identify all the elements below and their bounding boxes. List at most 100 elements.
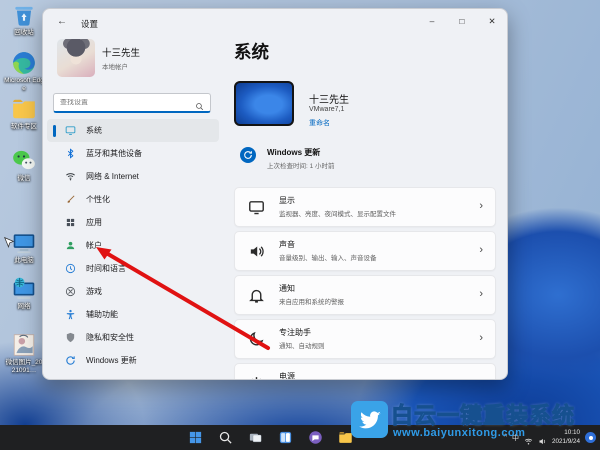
- rename-link[interactable]: 重命名: [309, 118, 330, 128]
- user-account-type: 本地帐户: [102, 61, 140, 71]
- nav-item-label: 游戏: [86, 286, 102, 297]
- desktop-icon-picture[interactable]: 微信图片_2021091…: [4, 332, 44, 375]
- nav-item-label: 应用: [86, 217, 102, 228]
- settings-row-title: 专注助手: [279, 327, 311, 338]
- desktop-icon-label: 微信图片_2021091…: [4, 359, 44, 375]
- desktop-icon-wechat[interactable]: 微信: [4, 148, 44, 183]
- twitter-logo-icon: [351, 401, 388, 438]
- chevron-right-icon: ›: [479, 376, 483, 380]
- maximize-button[interactable]: □: [447, 9, 477, 33]
- watermark-url: www.baiyunxitong.com: [393, 427, 525, 439]
- settings-row-4[interactable]: 电源 睡眠、电池使用情况、节电模式 ›: [234, 363, 496, 380]
- sidebar-item-3[interactable]: 个性化: [47, 188, 219, 211]
- settings-row-title: 声音: [279, 239, 295, 250]
- mouse-cursor: [2, 236, 15, 249]
- back-button[interactable]: ←: [57, 16, 67, 27]
- taskbar-start-button[interactable]: [184, 427, 206, 447]
- windows-update-title[interactable]: Windows 更新: [267, 147, 320, 158]
- sidebar-item-6[interactable]: 时间和语言: [47, 257, 219, 280]
- picture-icon: [11, 332, 37, 358]
- settings-list: 显示 监视器、亮度、夜间模式、显示配置文件 › 声音 音量级别、输出、输入、声音…: [234, 187, 496, 380]
- taskbar-clock[interactable]: 10:10 2021/9/24: [552, 429, 580, 446]
- folder-icon: [11, 96, 37, 122]
- recycle-bin-icon: [11, 2, 37, 28]
- sidebar-item-8[interactable]: 辅助功能: [47, 303, 219, 326]
- settings-window: ← 设置 – □ ✕ 十三先生 本地帐户 系统 蓝牙和其他设备: [42, 8, 508, 380]
- person-icon: [65, 240, 76, 251]
- sidebar-item-2[interactable]: 网络 & Internet: [47, 165, 219, 188]
- settings-row-2[interactable]: 通知 来自应用和系统的警报 ›: [234, 275, 496, 315]
- shield-icon: [65, 332, 76, 343]
- titlebar[interactable]: ← 设置 – □ ✕: [43, 9, 507, 37]
- watermark-title: 白云一键重装系统: [391, 398, 575, 430]
- chevron-right-icon: ›: [479, 200, 483, 212]
- settings-row-subtitle: 通知、自动规则: [279, 340, 325, 350]
- desktop-icon-recycle-bin[interactable]: 回收站: [4, 2, 44, 37]
- tray-time: 10:10: [552, 429, 580, 438]
- sidebar-item-0[interactable]: 系统: [47, 119, 219, 142]
- edge-icon: [11, 50, 37, 76]
- settings-row-subtitle: 音量级别、输出、输入、声音设备: [279, 252, 377, 262]
- clock-icon: [65, 263, 76, 274]
- network-icon: [11, 276, 37, 302]
- search-icon: [195, 98, 204, 107]
- chevron-right-icon: ›: [479, 244, 483, 256]
- device-thumbnail: [234, 81, 294, 126]
- nav-item-label: 帐户: [86, 240, 102, 251]
- sidebar-item-5[interactable]: 帐户: [47, 234, 219, 257]
- settings-row-1[interactable]: 声音 音量级别、输出、输入、声音设备 ›: [234, 231, 496, 271]
- sidebar-nav: 系统 蓝牙和其他设备 网络 & Internet 个性化 应用 帐户: [47, 119, 219, 372]
- user-name: 十三先生: [102, 45, 140, 59]
- sidebar-item-10[interactable]: Windows 更新: [47, 349, 219, 372]
- game-icon: [65, 286, 76, 297]
- tray-date: 2021/9/24: [552, 438, 580, 447]
- settings-row-0[interactable]: 显示 监视器、亮度、夜间模式、显示配置文件 ›: [234, 187, 496, 227]
- settings-row-title: 通知: [279, 283, 295, 294]
- nav-item-label: 时间和语言: [86, 263, 126, 274]
- user-profile[interactable]: 十三先生 本地帐户: [57, 39, 140, 77]
- sidebar-item-4[interactable]: 应用: [47, 211, 219, 234]
- settings-row-subtitle: 来自应用和系统的警报: [279, 296, 344, 306]
- taskbar-widgets-button[interactable]: [274, 427, 296, 447]
- notification-badge[interactable]: [585, 432, 596, 443]
- brush-icon: [65, 194, 76, 205]
- settings-row-title: 显示: [279, 195, 295, 206]
- search-input[interactable]: [54, 99, 195, 106]
- sync-icon: [65, 355, 76, 366]
- wifi-icon: [65, 171, 76, 182]
- taskbar-search-button[interactable]: [214, 427, 236, 447]
- power-icon: [248, 375, 265, 380]
- taskbar-task-view-button[interactable]: [244, 427, 266, 447]
- minimize-button[interactable]: –: [417, 9, 447, 33]
- chevron-right-icon: ›: [479, 288, 483, 300]
- desktop-icon-label: Microsoft Edge: [4, 77, 44, 93]
- settings-search[interactable]: [53, 93, 211, 113]
- nav-item-label: 系统: [86, 125, 102, 136]
- bell-icon: [248, 287, 265, 304]
- selected-indicator: [53, 125, 56, 137]
- nav-item-label: 个性化: [86, 194, 110, 205]
- window-title: 设置: [81, 18, 98, 30]
- accessibility-icon: [65, 309, 76, 320]
- nav-item-label: 辅助功能: [86, 309, 118, 320]
- volume-icon[interactable]: [538, 433, 547, 442]
- moon-icon: [248, 331, 265, 348]
- desktop-icon-network[interactable]: 网络: [4, 276, 44, 311]
- chevron-right-icon: ›: [479, 332, 483, 344]
- nav-item-label: 蓝牙和其他设备: [86, 148, 142, 159]
- desktop-icon-label: 网络: [4, 303, 44, 311]
- sidebar-item-1[interactable]: 蓝牙和其他设备: [47, 142, 219, 165]
- desktop-icon-software-folder[interactable]: 软件专区: [4, 96, 44, 131]
- wechat-icon: [11, 148, 37, 174]
- sidebar-item-9[interactable]: 隐私和安全性: [47, 326, 219, 349]
- sidebar-item-7[interactable]: 游戏: [47, 280, 219, 303]
- taskbar-chat-button[interactable]: [304, 427, 326, 447]
- desktop-icon-edge[interactable]: Microsoft Edge: [4, 50, 44, 93]
- desktop-icon-label: 此电脑: [4, 257, 44, 265]
- device-model: VMware7,1: [309, 106, 344, 113]
- monitor-icon: [65, 125, 76, 136]
- bluetooth-icon: [65, 148, 76, 159]
- settings-row-3[interactable]: 专注助手 通知、自动规则 ›: [234, 319, 496, 359]
- nav-item-label: Windows 更新: [86, 355, 137, 366]
- close-button[interactable]: ✕: [477, 9, 507, 33]
